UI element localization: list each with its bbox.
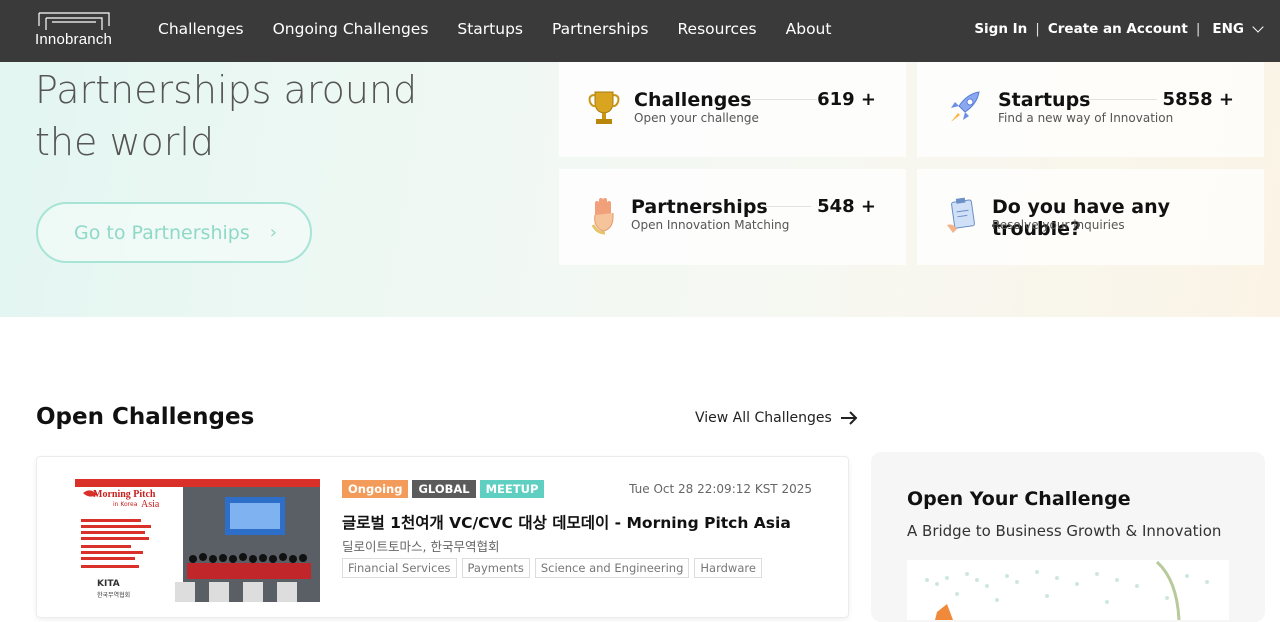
side-card-subtitle: A Bridge to Business Growth & Innovation — [907, 522, 1222, 540]
stat-count: 548 + — [817, 196, 876, 217]
hero-title: Partnerships around the world — [35, 68, 418, 164]
nav-ongoing-challenges[interactable]: Ongoing Challenges — [273, 20, 429, 38]
nav-startups[interactable]: Startups — [457, 20, 523, 38]
sign-in-link[interactable]: Sign In — [974, 21, 1027, 37]
nav-partnerships[interactable]: Partnerships — [552, 20, 648, 38]
stat-subtitle: Resolve your inquiries — [992, 218, 1125, 232]
stat-subtitle: Open your challenge — [634, 111, 759, 125]
view-all-challenges-link[interactable]: View All Challenges — [695, 410, 858, 426]
challenge-title[interactable]: 글로벌 1천여개 VC/CVC 대상 데모데이 - Morning Pitch … — [342, 511, 791, 533]
nav-about[interactable]: About — [786, 20, 832, 38]
stat-count: 619 + — [817, 89, 876, 110]
stat-divider — [747, 99, 817, 100]
stat-card-startups[interactable]: Startups Find a new way of Innovation 58… — [917, 62, 1264, 157]
go-to-partnerships-label: Go to Partnerships — [74, 221, 250, 244]
arrow-right-icon — [840, 411, 858, 425]
nav-resources[interactable]: Resources — [677, 20, 756, 38]
stat-divider — [761, 206, 811, 207]
side-card-title: Open Your Challenge — [907, 488, 1131, 510]
world-map-illustration — [907, 560, 1229, 620]
tag-meetup: MEETUP — [479, 480, 545, 498]
challenge-tags: Ongoing GLOBAL MEETUP — [342, 480, 548, 498]
stat-title: Challenges — [634, 89, 752, 111]
auth-links: Sign In | Create an Account | ENG — [974, 21, 1264, 37]
clipboard-icon — [945, 195, 979, 235]
hand-icon — [587, 195, 621, 235]
logo-mark-icon — [38, 12, 110, 30]
category-tag: Payments — [461, 558, 530, 578]
trophy-icon — [587, 88, 621, 128]
stat-title: Partnerships — [631, 196, 768, 218]
challenge-date: Tue Oct 28 22:09:12 KST 2025 — [629, 482, 812, 496]
chevron-down-icon — [1252, 21, 1264, 33]
challenge-organizer: 딜로이트토마스, 한국무역협회 — [342, 539, 500, 554]
view-all-label: View All Challenges — [695, 410, 832, 426]
open-challenges-heading: Open Challenges — [36, 404, 255, 430]
main-nav: Challenges Ongoing Challenges Startups P… — [158, 20, 860, 38]
stat-count: 5858 + — [1162, 89, 1234, 110]
category-tag: Financial Services — [342, 558, 457, 578]
innobranch-logo[interactable]: Innobranch — [35, 10, 115, 50]
tag-global: GLOBAL — [412, 480, 476, 498]
go-to-partnerships-button[interactable]: Go to Partnerships › — [36, 202, 312, 263]
challenge-categories: Financial Services Payments Science and … — [342, 558, 767, 578]
chevron-right-icon: › — [269, 222, 277, 243]
category-tag: Science and Engineering — [534, 558, 690, 578]
nav-challenges[interactable]: Challenges — [158, 20, 244, 38]
tag-ongoing: Ongoing — [342, 480, 409, 498]
open-your-challenge-card[interactable]: Open Your Challenge A Bridge to Business… — [871, 452, 1265, 622]
category-tag: Hardware — [694, 558, 762, 578]
thumb-sponsor-sub: 한국무역협회 — [97, 592, 131, 599]
thumb-sponsor: KITA — [97, 579, 120, 589]
stat-divider — [1085, 99, 1157, 100]
create-account-link[interactable]: Create an Account — [1048, 21, 1188, 37]
thumb-sub: in Korea — [113, 501, 138, 508]
rocket-icon — [945, 88, 980, 128]
stat-subtitle: Find a new way of Innovation — [998, 111, 1174, 125]
thumb-region: Asia — [141, 499, 160, 510]
stat-card-partnerships[interactable]: Partnerships Open Innovation Matching 54… — [559, 169, 906, 265]
stat-subtitle: Open Innovation Matching — [631, 218, 790, 232]
stat-card-challenges[interactable]: Challenges Open your challenge 619 + — [559, 62, 906, 157]
language-selector[interactable]: ENG — [1212, 21, 1264, 37]
top-navigation-bar: Innobranch Challenges Ongoing Challenges… — [0, 0, 1280, 62]
hero-section: Partnerships around the world Go to Part… — [0, 62, 1280, 317]
stat-title: Startups — [998, 89, 1091, 111]
challenge-card[interactable]: Morning Pitch in Korea Asia KITA 한국무역협회 … — [36, 456, 849, 618]
challenge-thumbnail: Morning Pitch in Korea Asia KITA 한국무역협회 — [75, 479, 320, 602]
logo-text: Innobranch — [35, 31, 113, 48]
lang-separator: | — [1195, 21, 1201, 37]
stat-card-inquiries[interactable]: Do you have any trouble? Resolve your in… — [917, 169, 1264, 265]
language-label: ENG — [1212, 21, 1244, 37]
auth-separator: | — [1035, 21, 1040, 37]
